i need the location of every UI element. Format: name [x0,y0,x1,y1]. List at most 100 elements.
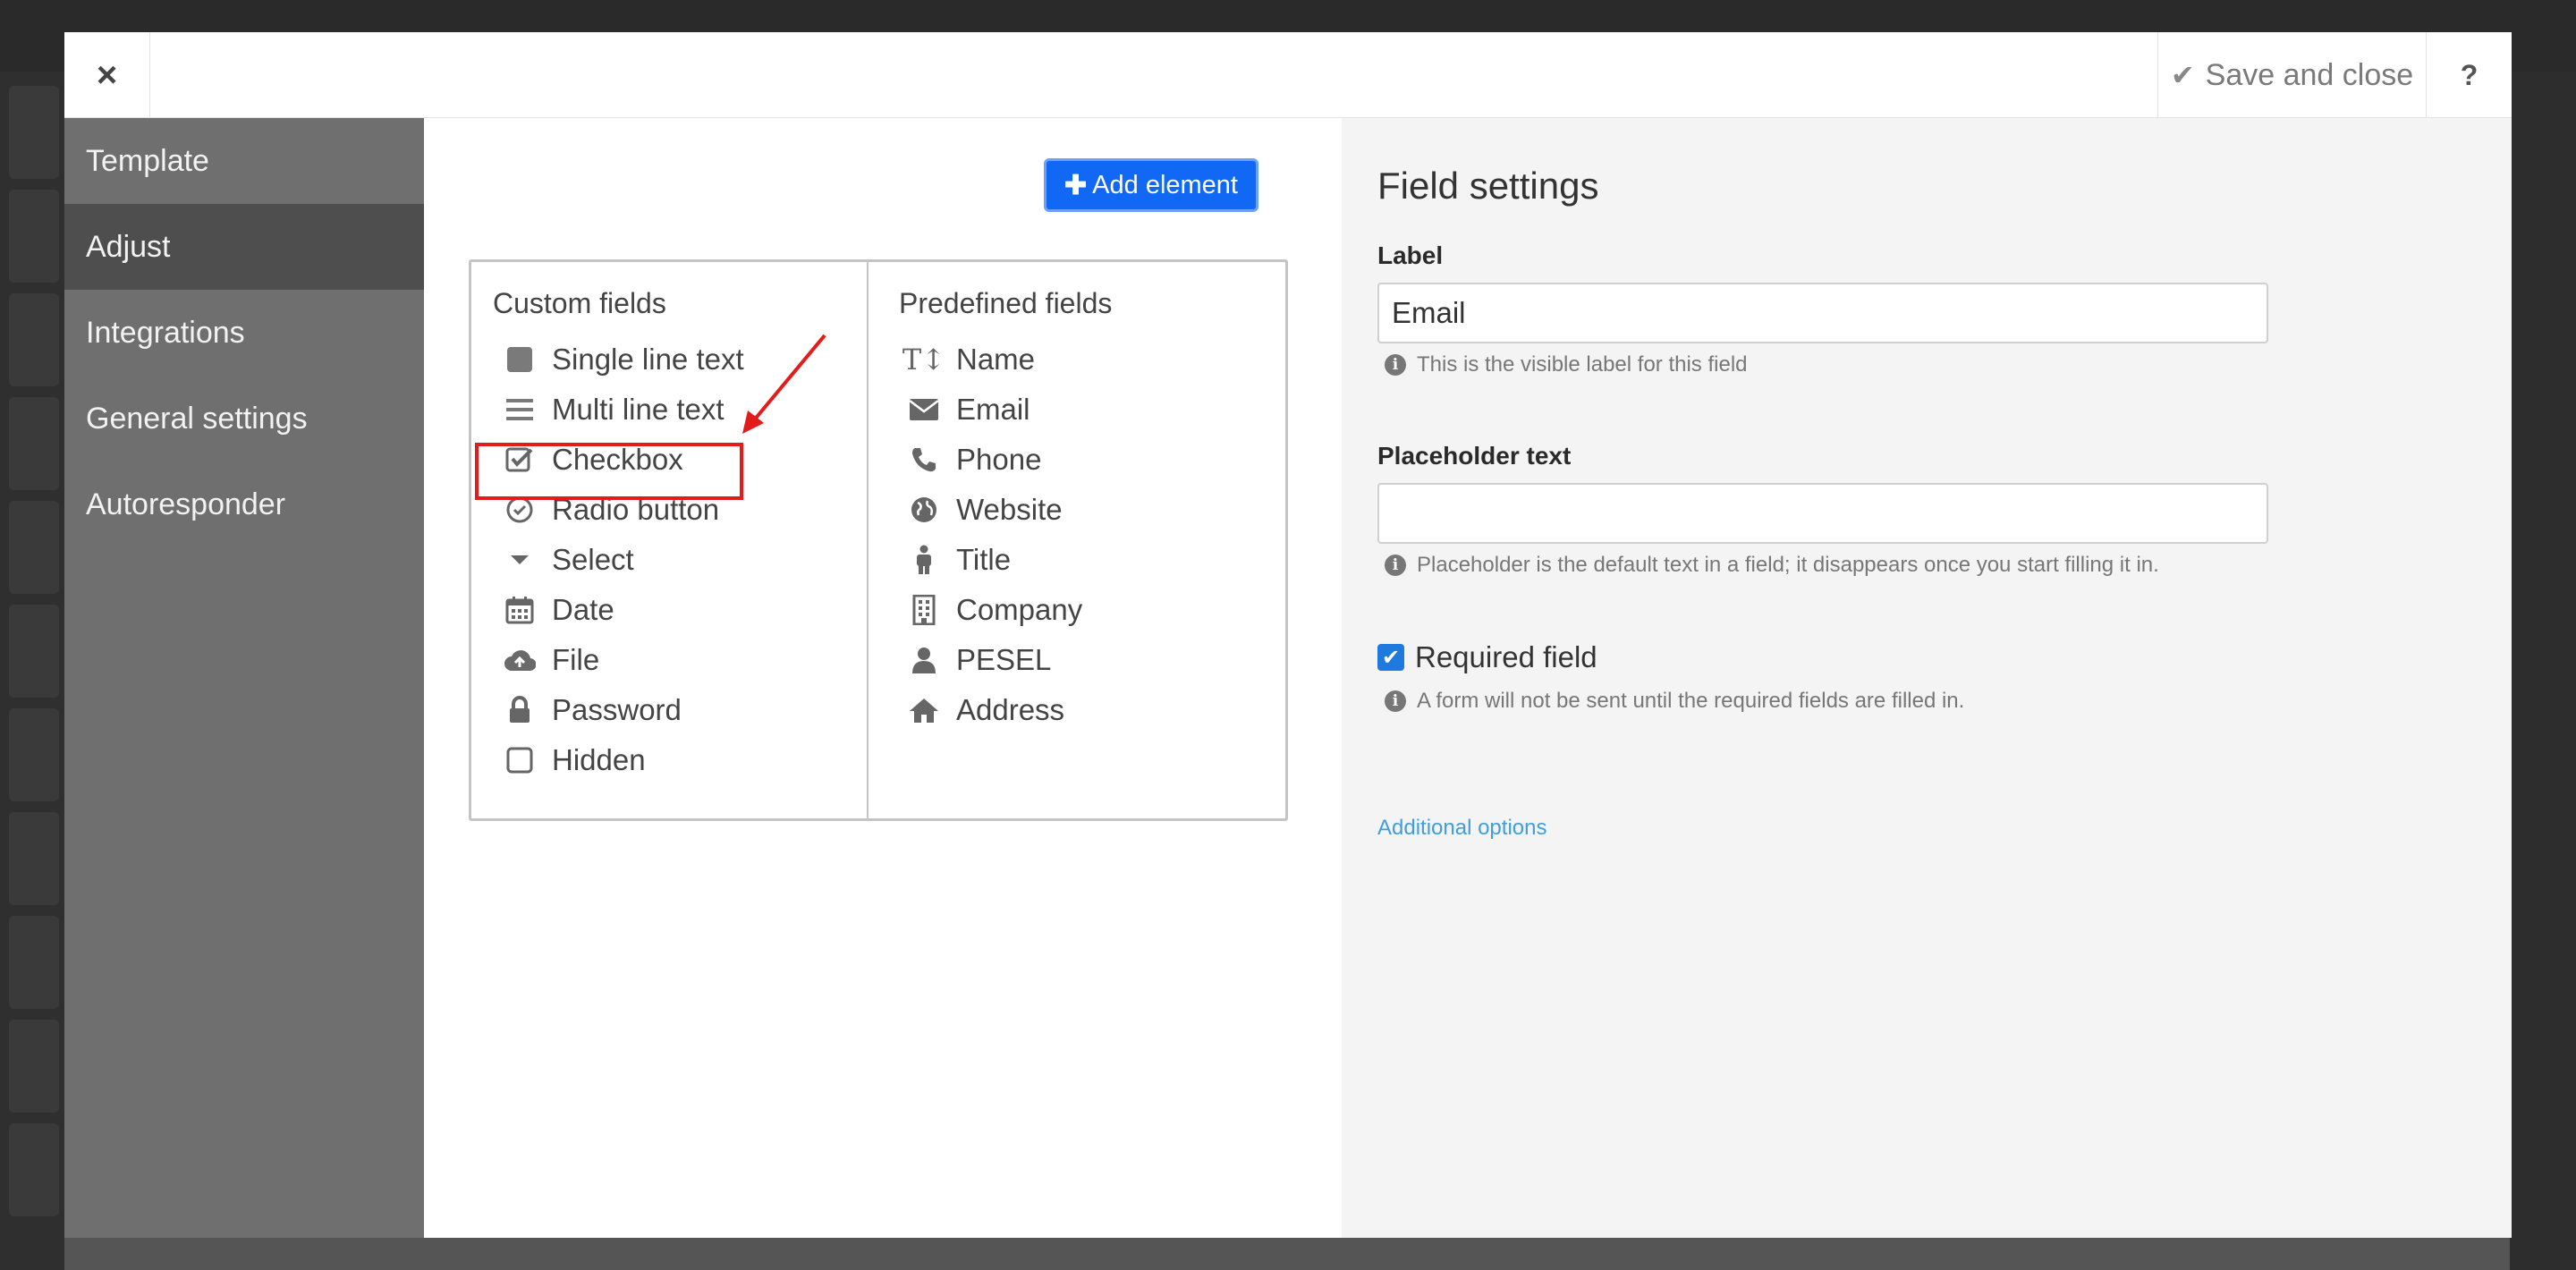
phone-icon [908,444,940,476]
info-icon: i [1385,690,1406,712]
predefined-fields-column: Predefined fields T↕ Name Email Phone We… [870,262,1285,818]
field-item-label: Website [956,493,1063,526]
plus-icon: ✚ [1064,170,1088,200]
field-item-email[interactable]: Email [908,387,1030,432]
field-item-label: Date [552,593,614,626]
editor-right-panel-background [2510,72,2576,1270]
sidebar-item-autoresponder[interactable]: Autoresponder [64,461,424,547]
field-item-label: Password [552,693,682,726]
field-item-pesel[interactable]: PESEL [908,638,1051,682]
info-icon: i [1385,354,1406,376]
editor-tool-placeholder [9,293,59,386]
lock-icon [504,694,536,726]
custom-fields-column: Custom fields Single line text Multi lin… [471,262,869,818]
field-picker-panel: ✚ Add element Custom fields Single line … [424,118,1342,1238]
editor-tool-placeholder [9,1123,59,1216]
editor-canvas-background [64,1238,2510,1270]
sidebar-item-template[interactable]: Template [64,118,424,204]
sidebar-item-label: General settings [86,402,308,436]
modal-header: × ✔ Save and close ? [64,32,2512,118]
field-item-select[interactable]: Select [504,538,634,582]
envelope-icon [908,394,940,426]
check-icon: ✔ [2170,59,2195,91]
field-item-label: Address [956,693,1065,726]
editor-tool-placeholder [9,708,59,801]
editor-toolbar-background [0,72,64,1270]
annotation-arrow-icon [742,334,826,434]
editor-tool-placeholder [9,605,59,698]
field-item-date[interactable]: Date [504,588,614,632]
editor-tool-placeholder [9,916,59,1009]
field-item-label: PESEL [956,643,1052,676]
field-item-title[interactable]: Title [908,538,1011,582]
field-settings-title: Field settings [1377,165,1599,207]
annotation-highlight-box [475,443,743,500]
save-and-close-button[interactable]: ✔ Save and close [2157,32,2426,118]
field-item-label: Company [956,593,1083,626]
person-icon [908,544,940,576]
add-element-label: Add element [1092,170,1238,199]
required-field-row: ✔ Required field [1377,640,1597,674]
field-item-company[interactable]: Company [908,588,1082,632]
sidebar-item-label: Integrations [86,316,245,350]
required-field-checkbox[interactable]: ✔ [1377,644,1404,671]
field-item-multi-line-text[interactable]: Multi line text [504,387,724,432]
field-item-password[interactable]: Password [504,688,682,732]
lines-icon [504,394,536,426]
required-hint: i A form will not be sent until the requ… [1385,689,1964,714]
label-hint: i This is the visible label for this fie… [1385,352,1748,377]
user-icon [908,644,940,676]
label-field-title: Label [1377,241,1444,269]
save-and-close-label: Save and close [2205,57,2414,92]
square-icon [504,343,536,376]
sidebar-item-label: Autoresponder [86,487,286,521]
field-item-label: Email [956,393,1030,426]
form-settings-modal: × ✔ Save and close ? Template Adjust Int… [64,32,2512,1238]
sidebar-item-label: Template [86,144,209,178]
sidebar-item-integrations[interactable]: Integrations [64,290,424,376]
field-item-label: Select [552,543,634,576]
label-hint-text: This is the visible label for this field [1417,352,1748,377]
field-item-label: Multi line text [552,393,724,426]
home-icon [908,694,940,726]
additional-options-link[interactable]: Additional options [1377,816,1546,841]
placeholder-input[interactable] [1377,483,2268,544]
placeholder-hint: i Placeholder is the default text in a f… [1385,553,2159,578]
sidebar-item-adjust[interactable]: Adjust [64,204,424,290]
field-item-address[interactable]: Address [908,688,1064,732]
field-item-single-line-text[interactable]: Single line text [504,337,744,382]
editor-tool-placeholder [9,501,59,594]
field-item-label: Single line text [552,343,744,376]
required-hint-text: A form will not be sent until the requir… [1417,689,1965,713]
field-item-name[interactable]: T↕ Name [902,337,1036,382]
add-element-button[interactable]: ✚ Add element [1046,161,1256,209]
editor-tool-placeholder [9,397,59,490]
field-item-hidden[interactable]: Hidden [504,738,646,783]
close-button[interactable]: × [64,32,150,118]
globe-icon [908,494,940,526]
field-item-label: Phone [956,443,1042,476]
empty-square-icon [504,744,536,776]
field-item-phone[interactable]: Phone [908,437,1041,482]
sidebar-item-label: Adjust [86,230,171,264]
field-item-website[interactable]: Website [908,487,1063,532]
placeholder-field-title: Placeholder text [1377,442,1572,470]
help-button[interactable]: ? [2426,32,2512,118]
sidebar-item-general-settings[interactable]: General settings [64,376,424,461]
editor-tool-placeholder [9,812,59,905]
close-icon: × [96,55,118,95]
cloud-upload-icon [504,644,536,676]
help-icon: ? [2460,58,2479,91]
label-input[interactable] [1377,283,2268,343]
info-icon: i [1385,555,1406,576]
editor-tool-placeholder [9,86,59,179]
building-icon [908,594,940,626]
field-item-label: Hidden [552,743,646,776]
field-item-label: Name [956,343,1036,376]
required-field-label[interactable]: Required field [1415,640,1597,674]
calendar-icon [504,594,536,626]
field-item-file[interactable]: File [504,638,599,682]
fields-box: Custom fields Single line text Multi lin… [469,259,1288,821]
field-item-label: File [552,643,600,676]
settings-sidebar: Template Adjust Integrations General set… [64,118,424,1238]
